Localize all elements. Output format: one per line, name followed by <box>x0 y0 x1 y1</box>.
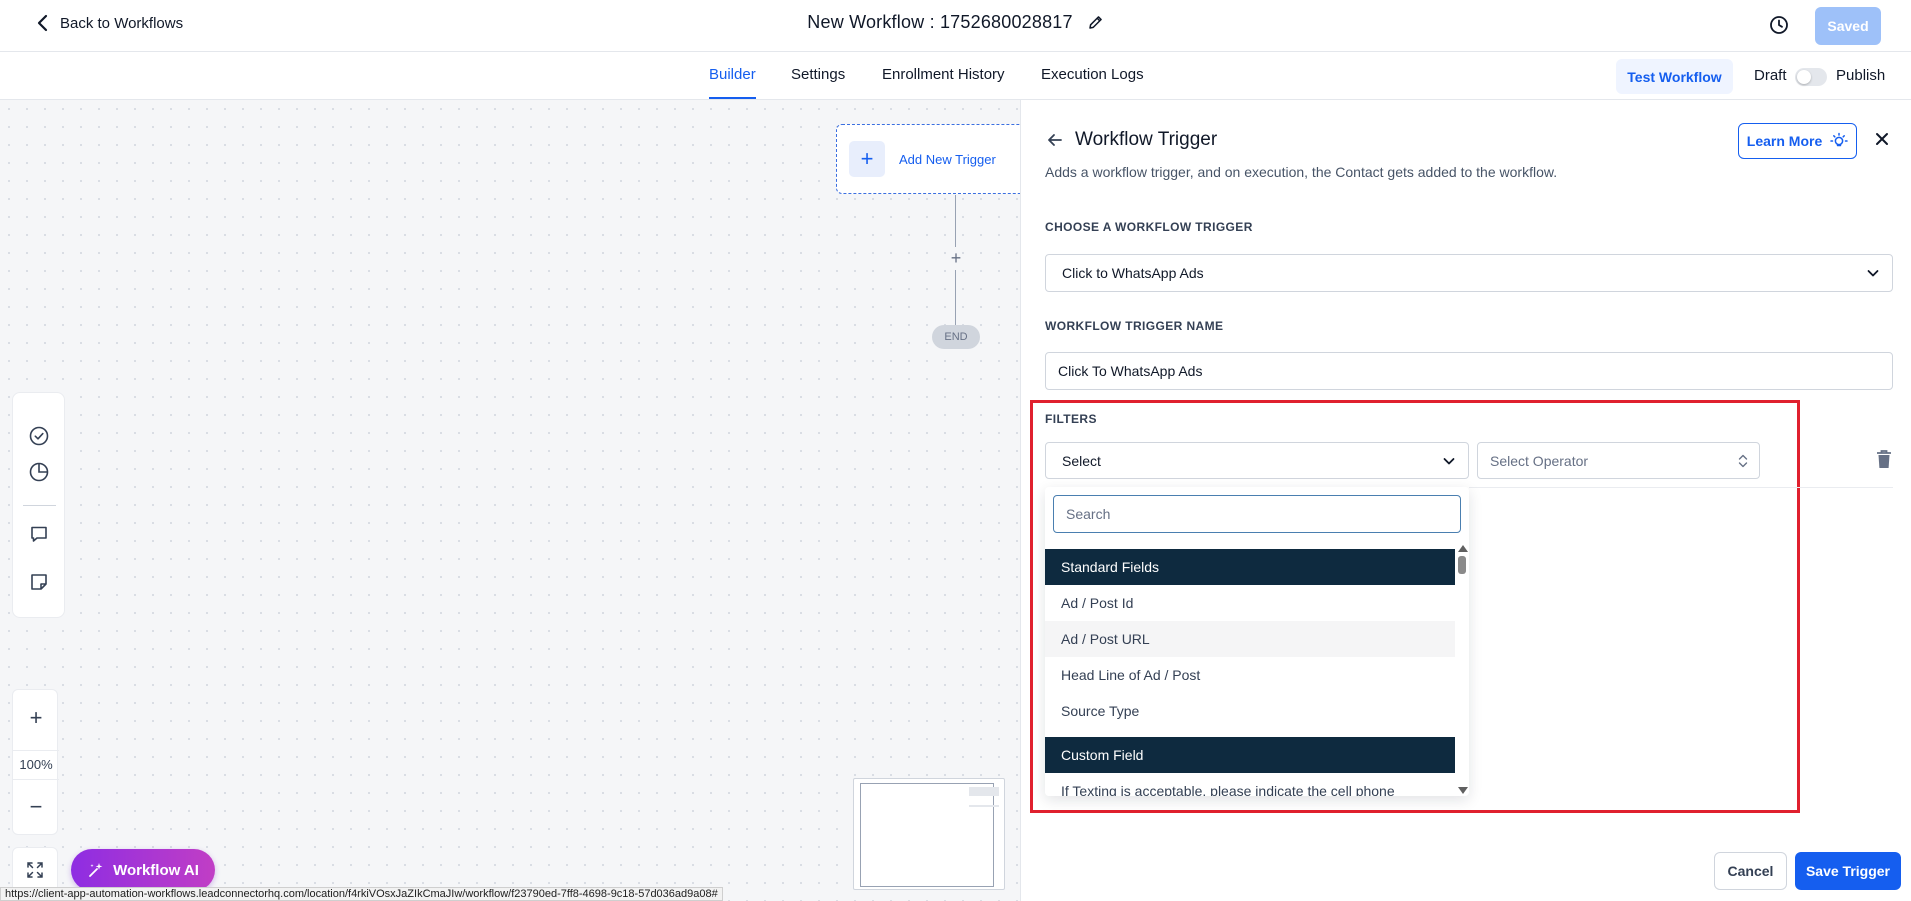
dropdown-group-custom-field: Custom Field <box>1045 737 1455 773</box>
filter-operator-select[interactable]: Select Operator <box>1477 442 1760 479</box>
status-bar-url: https://client-app-automation-workflows.… <box>0 887 723 901</box>
tab-execution-logs[interactable]: Execution Logs <box>1041 66 1144 83</box>
saved-button[interactable]: Saved <box>1815 7 1881 45</box>
dropdown-option-headline[interactable]: Head Line of Ad / Post <box>1045 657 1455 693</box>
sparkle-wand-icon <box>89 863 103 877</box>
chevron-down-icon <box>1867 270 1879 277</box>
tabs-bar: Builder Settings Enrollment History Exec… <box>0 52 1911 100</box>
filter-row-divider <box>1469 487 1893 488</box>
edit-pencil-icon[interactable] <box>1087 14 1104 31</box>
publish-toggle[interactable] <box>1795 68 1827 86</box>
test-workflow-button[interactable]: Test Workflow <box>1616 59 1733 94</box>
dropdown-search-input[interactable] <box>1053 495 1461 533</box>
trigger-name-label: WORKFLOW TRIGGER NAME <box>1045 319 1224 333</box>
panel-description: Adds a workflow trigger, and on executio… <box>1045 164 1558 180</box>
zoom-controls: + 100% − <box>12 689 59 835</box>
dropdown-option-custom-texting[interactable]: If Texting is acceptable, please indicat… <box>1045 773 1455 796</box>
tab-settings[interactable]: Settings <box>791 66 845 83</box>
trash-icon[interactable] <box>1875 448 1893 470</box>
chevron-down-icon <box>1443 458 1455 465</box>
cancel-button[interactable]: Cancel <box>1714 852 1787 890</box>
publish-label: Publish <box>1836 67 1886 84</box>
tab-enrollment-history[interactable]: Enrollment History <box>882 66 1005 83</box>
end-node: END <box>932 325 980 349</box>
filters-label: FILTERS <box>1045 412 1097 426</box>
dropdown-option-source-type[interactable]: Source Type <box>1045 693 1455 729</box>
dropdown-option-ad-post-id[interactable]: Ad / Post Id <box>1045 585 1455 621</box>
close-icon[interactable] <box>1873 130 1891 148</box>
save-trigger-button[interactable]: Save Trigger <box>1795 852 1901 890</box>
workflow-canvas[interactable]: + Add New Trigger + END + 100% − Workflo… <box>0 100 1020 901</box>
minimap[interactable] <box>853 778 1005 890</box>
toolbar-divider <box>23 505 56 506</box>
filter-field-dropdown: Standard Fields Ad / Post Id Ad / Post U… <box>1045 487 1469 796</box>
add-new-trigger-label: Add New Trigger <box>899 151 996 167</box>
learn-more-button[interactable]: Learn More <box>1738 123 1857 159</box>
dropdown-group-standard-fields: Standard Fields <box>1045 549 1455 585</box>
lightbulb-icon <box>1830 132 1848 147</box>
sticky-note-icon[interactable] <box>28 571 50 593</box>
scroll-up-arrow-icon[interactable] <box>1458 545 1468 552</box>
canvas-side-toolbar <box>12 392 65 618</box>
trigger-name-input[interactable] <box>1045 352 1893 390</box>
connector-line <box>955 195 956 247</box>
expand-arrows-icon <box>27 862 43 878</box>
workflow-title: New Workflow : 1752680028817 <box>0 12 1911 33</box>
add-new-trigger-node[interactable]: + Add New Trigger <box>836 124 1020 194</box>
filter-field-select[interactable]: Select <box>1045 442 1469 479</box>
zoom-out-button[interactable]: − <box>13 794 59 820</box>
workflow-title-text: New Workflow : 1752680028817 <box>807 12 1073 32</box>
learn-more-label: Learn More <box>1746 133 1823 149</box>
comment-icon[interactable] <box>28 523 50 545</box>
top-bar: Back to Workflows New Workflow : 1752680… <box>0 0 1911 52</box>
minimap-node <box>969 787 999 796</box>
arrow-left-icon[interactable] <box>1045 130 1065 150</box>
up-down-chevron-icon <box>1738 454 1748 468</box>
check-circle-icon[interactable] <box>28 425 50 447</box>
scroll-down-arrow-icon[interactable] <box>1458 787 1468 794</box>
dropdown-option-ad-post-url[interactable]: Ad / Post URL <box>1045 621 1455 657</box>
pie-chart-icon[interactable] <box>28 461 50 483</box>
trigger-section-label: CHOOSE A WORKFLOW TRIGGER <box>1045 220 1253 234</box>
minimap-viewport[interactable] <box>860 783 994 887</box>
dropdown-scrollbar[interactable] <box>1456 545 1469 796</box>
workflow-ai-button[interactable]: Workflow AI <box>71 849 215 891</box>
filter-field-value: Select <box>1062 452 1101 469</box>
draft-label: Draft <box>1754 67 1787 84</box>
workflow-trigger-panel: Workflow Trigger Adds a workflow trigger… <box>1020 100 1911 901</box>
history-clock-icon[interactable] <box>1768 14 1790 36</box>
panel-title: Workflow Trigger <box>1075 129 1218 150</box>
trigger-type-value: Click to WhatsApp Ads <box>1062 265 1204 281</box>
plus-icon: + <box>849 141 885 177</box>
zoom-in-button[interactable]: + <box>13 705 59 731</box>
tab-builder[interactable]: Builder <box>709 66 756 99</box>
workflow-ai-label: Workflow AI <box>113 861 199 879</box>
connector-line <box>955 270 956 325</box>
zoom-level: 100% <box>13 750 59 780</box>
scrollbar-thumb[interactable] <box>1458 556 1466 574</box>
minimap-node <box>969 805 999 807</box>
trigger-type-select[interactable]: Click to WhatsApp Ads <box>1045 254 1893 292</box>
operator-placeholder: Select Operator <box>1490 452 1589 469</box>
add-step-button[interactable]: + <box>946 248 966 268</box>
